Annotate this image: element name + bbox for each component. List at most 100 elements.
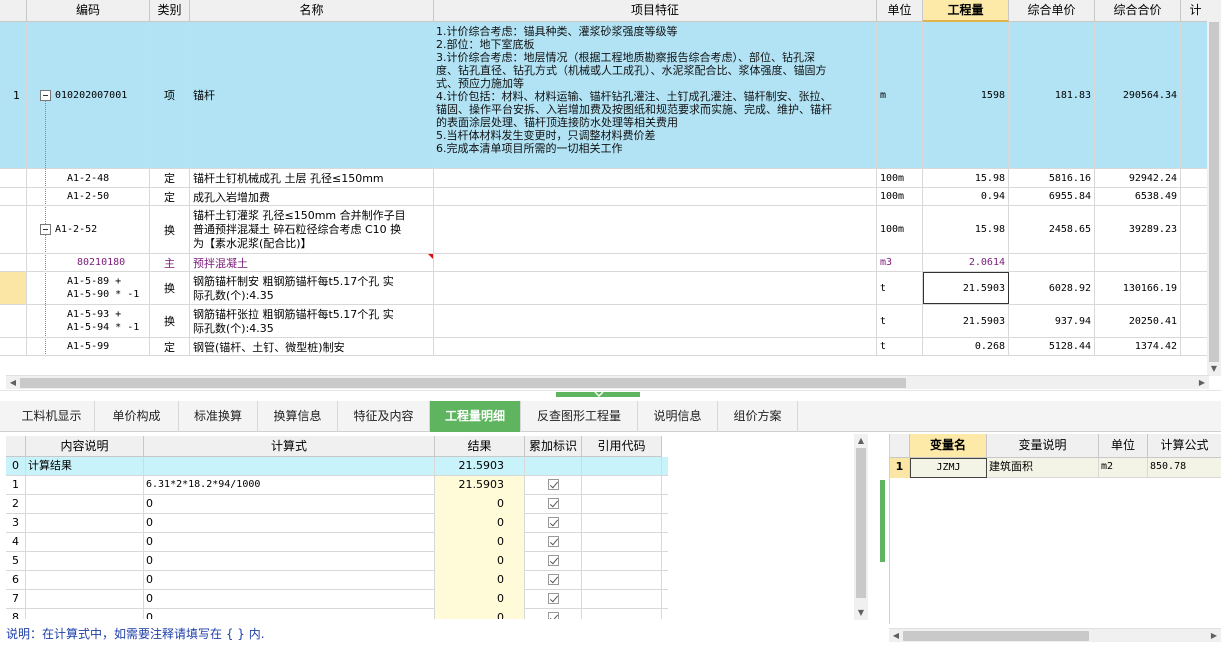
- description-cell[interactable]: [26, 571, 144, 590]
- unit-cell[interactable]: t: [877, 305, 923, 337]
- quantity-cell[interactable]: 0.94: [923, 188, 1009, 205]
- variable-horizontal-scrollbar[interactable]: ◀ ▶: [889, 628, 1221, 642]
- type-cell[interactable]: 换: [150, 206, 190, 253]
- code-cell[interactable]: A1-2-50: [27, 188, 150, 205]
- unit-price-cell[interactable]: 5816.16: [1009, 169, 1095, 187]
- header-unit[interactable]: 单位: [877, 0, 923, 22]
- code-cell[interactable]: A1-5-89 + A1-5-90 * -1: [27, 272, 150, 304]
- reference-code-cell[interactable]: [582, 495, 662, 514]
- type-cell[interactable]: 换: [150, 272, 190, 304]
- tab-conversion-info[interactable]: 换算信息: [258, 401, 338, 432]
- table-row[interactable]: A1-2-50 定 成孔入岩增加费 100m 0.94 6955.84 6538…: [0, 188, 1221, 206]
- unit-price-cell[interactable]: 937.94: [1009, 305, 1095, 337]
- variable-desc-cell[interactable]: 建筑面积: [987, 458, 1099, 478]
- scroll-down-arrow-icon[interactable]: ▼: [1207, 362, 1221, 376]
- unit-cell[interactable]: m3: [877, 254, 923, 271]
- formula-cell[interactable]: 0: [144, 590, 435, 609]
- scroll-right-arrow-icon[interactable]: ▶: [1195, 376, 1209, 390]
- total-price-cell[interactable]: 130166.19: [1095, 272, 1181, 304]
- detail-vertical-scrollbar[interactable]: ▲ ▼: [854, 434, 868, 620]
- scrollbar-thumb[interactable]: [903, 631, 1089, 641]
- reference-code-cell[interactable]: [582, 609, 662, 619]
- quantity-cell[interactable]: 21.5903: [923, 305, 1009, 337]
- variable-name-cell[interactable]: JZMJ: [910, 458, 987, 478]
- main-vertical-scrollbar[interactable]: ▼: [1207, 0, 1221, 376]
- scroll-right-arrow-icon[interactable]: ▶: [1207, 629, 1221, 643]
- total-price-cell[interactable]: 92942.24: [1095, 169, 1181, 187]
- description-cell[interactable]: [26, 533, 144, 552]
- name-cell[interactable]: 成孔入岩增加费: [190, 188, 434, 205]
- type-cell[interactable]: 定: [150, 169, 190, 187]
- unit-cell[interactable]: m: [877, 22, 923, 168]
- table-row[interactable]: 1 010202007001 项 锚杆 1.计价综合考虑：锚具种类、灌浆砂浆强度…: [0, 22, 1221, 169]
- table-row[interactable]: A1-2-48 定 锚杆土钉机械成孔 土层 孔径≤150mm 100m 15.9…: [0, 169, 1221, 188]
- code-cell[interactable]: 80210180: [27, 254, 150, 271]
- formula-cell[interactable]: 0: [144, 552, 435, 571]
- reference-code-cell[interactable]: [582, 590, 662, 609]
- variable-unit-cell[interactable]: m2: [1099, 458, 1148, 478]
- collapse-icon[interactable]: [40, 224, 51, 235]
- description-cell[interactable]: [26, 495, 144, 514]
- header-variable-unit[interactable]: 单位: [1099, 434, 1148, 458]
- total-price-cell[interactable]: 39289.23: [1095, 206, 1181, 253]
- formula-cell[interactable]: 0: [144, 514, 435, 533]
- header-variable-desc[interactable]: 变量说明: [987, 434, 1099, 458]
- name-cell[interactable]: 钢筋锚杆张拉 粗钢筋锚杆每t5.17个孔 实 际孔数(个):4.35: [190, 305, 434, 337]
- checkbox-checked-icon[interactable]: [547, 555, 559, 566]
- accumulate-cell[interactable]: [525, 514, 582, 533]
- name-cell[interactable]: 锚杆: [190, 22, 434, 168]
- unit-price-cell[interactable]: 6955.84: [1009, 188, 1095, 205]
- table-row[interactable]: A1-5-93 + A1-5-94 * -1 换 钢筋锚杆张拉 粗钢筋锚杆每t5…: [0, 305, 1221, 338]
- tab-quantity-detail[interactable]: 工程量明细: [430, 401, 521, 432]
- detail-row[interactable]: 6 0 0: [6, 571, 668, 590]
- quantity-cell-editing[interactable]: 21.5903: [923, 272, 1009, 304]
- total-price-cell[interactable]: [1095, 254, 1181, 271]
- unit-cell[interactable]: 100m: [877, 206, 923, 253]
- header-variable-name[interactable]: 变量名: [910, 434, 987, 458]
- code-cell[interactable]: A1-5-99: [27, 338, 150, 355]
- table-row[interactable]: 80210180 主 预拌混凝土 m3 2.0614: [0, 254, 1221, 272]
- quantity-cell[interactable]: 15.98: [923, 169, 1009, 187]
- accumulate-cell[interactable]: [525, 457, 582, 476]
- unit-cell[interactable]: t: [877, 272, 923, 304]
- panel-splitter-handle[interactable]: [880, 480, 885, 562]
- tab-reverse-graphic-quantity[interactable]: 反查图形工程量: [521, 401, 638, 432]
- detail-row[interactable]: 7 0 0: [6, 590, 668, 609]
- unit-price-cell[interactable]: [1009, 254, 1095, 271]
- features-cell[interactable]: [434, 206, 877, 253]
- description-cell[interactable]: [26, 514, 144, 533]
- features-cell[interactable]: [434, 272, 877, 304]
- header-description[interactable]: 内容说明: [26, 436, 144, 457]
- table-row[interactable]: A1-5-89 + A1-5-90 * -1 换 钢筋锚杆制安 粗钢筋锚杆每t5…: [0, 272, 1221, 305]
- scrollbar-thumb[interactable]: [20, 378, 906, 388]
- type-cell[interactable]: 项: [150, 22, 190, 168]
- quantity-cell[interactable]: 2.0614: [923, 254, 1009, 271]
- checkbox-checked-icon[interactable]: [547, 593, 559, 604]
- total-price-cell[interactable]: 6538.49: [1095, 188, 1181, 205]
- features-cell[interactable]: [434, 188, 877, 205]
- header-type[interactable]: 类别: [150, 0, 190, 22]
- name-cell[interactable]: 锚杆土钉灌浆 孔径≤150mm 合并制作子目 普通预拌混凝土 碎石粒径综合考虑 …: [190, 206, 434, 253]
- reference-code-cell[interactable]: [582, 552, 662, 571]
- tab-standard-conversion[interactable]: 标准换算: [179, 401, 258, 432]
- detail-row[interactable]: 5 0 0: [6, 552, 668, 571]
- table-row[interactable]: A1-5-99 定 钢管(锚杆、土钉、微型桩)制安 t 0.268 5128.4…: [0, 338, 1221, 356]
- description-cell[interactable]: [26, 590, 144, 609]
- reference-code-cell[interactable]: [582, 533, 662, 552]
- reference-code-cell[interactable]: [582, 571, 662, 590]
- reference-code-cell[interactable]: [582, 457, 662, 476]
- quantity-cell[interactable]: 15.98: [923, 206, 1009, 253]
- name-cell[interactable]: 钢筋锚杆制安 粗钢筋锚杆每t5.17个孔 实 际孔数(个):4.35: [190, 272, 434, 304]
- checkbox-checked-icon[interactable]: [547, 612, 559, 619]
- features-cell[interactable]: [434, 305, 877, 337]
- tab-labor-material-machine[interactable]: 工料机显示: [9, 401, 95, 432]
- features-cell[interactable]: [434, 169, 877, 187]
- detail-row[interactable]: 8 0 0: [6, 609, 668, 619]
- type-cell[interactable]: 主: [150, 254, 190, 271]
- detail-row[interactable]: 0 计算结果 21.5903: [6, 457, 668, 476]
- type-cell[interactable]: 定: [150, 188, 190, 205]
- name-cell[interactable]: 钢管(锚杆、土钉、微型桩)制安: [190, 338, 434, 355]
- table-row[interactable]: A1-2-52 换 锚杆土钉灌浆 孔径≤150mm 合并制作子目 普通预拌混凝土…: [0, 206, 1221, 260]
- formula-cell[interactable]: 0: [144, 533, 435, 552]
- checkbox-checked-icon[interactable]: [547, 536, 559, 547]
